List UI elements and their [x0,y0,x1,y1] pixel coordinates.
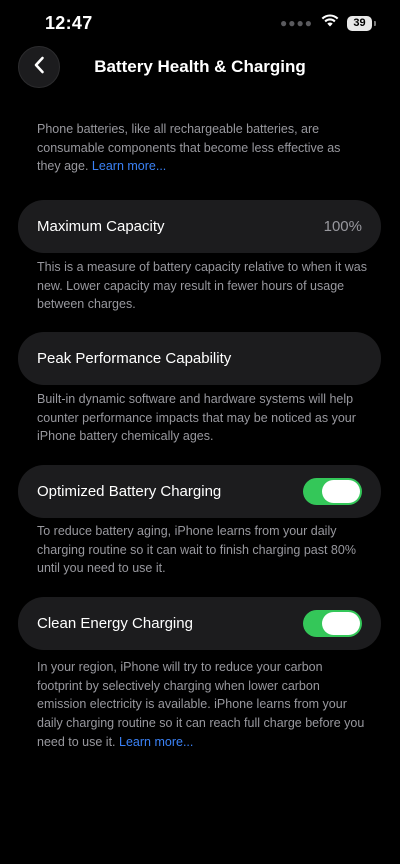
peak-performance-description: Built-in dynamic software and hardware s… [37,392,356,444]
battery-icon: 39 [347,15,376,31]
optimized-charging-label: Optimized Battery Charging [37,483,222,500]
toggle-knob [322,480,360,503]
clean-energy-row: Clean Energy Charging [18,597,381,650]
maximum-capacity-label: Maximum Capacity [37,218,165,235]
optimized-charging-row: Optimized Battery Charging [18,465,381,518]
maximum-capacity-description: This is a measure of battery capacity re… [37,260,368,312]
status-icons: ●●●● 39 [280,14,376,32]
peak-performance-label: Peak Performance Capability [37,350,232,367]
wifi-icon [321,14,339,32]
toggle-knob [322,612,360,635]
clean-energy-label: Clean Energy Charging [37,615,193,632]
navigation-bar: Battery Health & Charging [0,44,400,88]
intro-text: Phone batteries, like all rechargeable b… [37,122,341,174]
clean-energy-toggle[interactable] [303,610,362,637]
maximum-capacity-value: 100% [323,218,362,235]
dots-icon: ●●●● [280,16,313,30]
clean-energy-description: In your region, iPhone will try to reduc… [37,658,367,752]
status-time: 12:47 [45,13,93,33]
battery-level: 39 [353,17,366,29]
intro-description: Phone batteries, like all rechargeable b… [37,120,367,176]
maximum-capacity-row: Maximum Capacity 100% [18,200,381,253]
optimized-charging-toggle[interactable] [303,478,362,505]
page-title: Battery Health & Charging [94,57,306,76]
optimized-charging-description: To reduce battery aging, iPhone learns f… [37,524,356,576]
learn-more-link[interactable]: Learn more... [119,735,193,749]
learn-more-link[interactable]: Learn more... [92,159,166,173]
peak-performance-row[interactable]: Peak Performance Capability [18,332,381,385]
clean-energy-text: In your region, iPhone will try to reduc… [37,660,365,749]
status-bar: 12:47 ●●●● 39 [0,0,400,46]
